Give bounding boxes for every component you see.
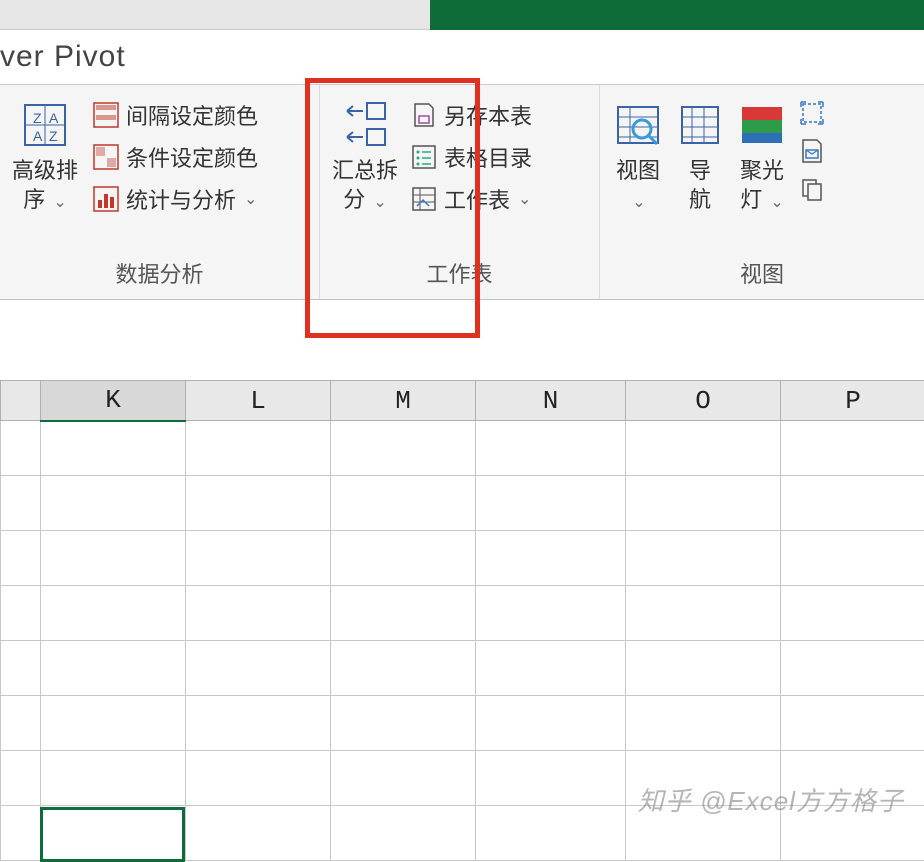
col-header-N[interactable]: N	[476, 381, 626, 421]
ribbon-tabs: ver Pivot	[0, 30, 924, 85]
save-icon	[410, 101, 438, 129]
svg-text:A: A	[49, 110, 59, 126]
formula-bar-area	[0, 300, 924, 380]
mail-icon	[798, 137, 826, 165]
chevron-down-icon: ⌄	[518, 189, 531, 209]
group-data-analysis: Z A A Z 高级排 序 ⌄ 间隔设定颜色	[0, 85, 320, 299]
save-as-sheet-label: 另存本表	[444, 99, 532, 131]
stats-icon	[92, 185, 120, 213]
condition-color-label: 条件设定颜色	[126, 141, 258, 173]
tab-power-pivot[interactable]: ver Pivot	[0, 40, 126, 74]
grid-body[interactable]	[1, 421, 924, 861]
stats-analysis-label: 统计与分析	[126, 183, 236, 215]
nav-icon	[676, 95, 724, 155]
view-button[interactable]: 视图⌄	[608, 95, 668, 214]
toc-button[interactable]: 表格目录	[410, 141, 532, 173]
extra-button-2[interactable]	[798, 137, 826, 165]
spotlight-label: 聚光 灯 ⌄	[740, 157, 784, 214]
spotlight-icon	[736, 95, 788, 155]
extra-button-1[interactable]	[798, 99, 826, 127]
col-header-P[interactable]: P	[781, 381, 924, 421]
col-header-O[interactable]: O	[626, 381, 781, 421]
group-view-label: 视图	[600, 257, 924, 299]
group-worksheet: 汇总拆 分 ⌄ 另存本表 表格目录	[320, 85, 600, 299]
group-worksheet-label: 工作表	[320, 257, 599, 299]
svg-text:Z: Z	[49, 128, 58, 144]
advanced-sort-button[interactable]: Z A A Z 高级排 序 ⌄	[8, 95, 82, 214]
worksheet-label: 工作表	[444, 183, 510, 215]
col-header-M[interactable]: M	[331, 381, 476, 421]
svg-text:Z: Z	[33, 110, 42, 126]
copy-icon	[798, 175, 826, 203]
interval-color-icon	[92, 101, 120, 129]
chevron-down-icon: ⌄	[244, 189, 257, 209]
spotlight-button[interactable]: 聚光 灯 ⌄	[732, 95, 792, 214]
ribbon: Z A A Z 高级排 序 ⌄ 间隔设定颜色	[0, 85, 924, 300]
col-header-L[interactable]: L	[186, 381, 331, 421]
titlebar-left	[0, 0, 430, 30]
view-icon	[612, 95, 664, 155]
group-view: 视图⌄ 导 航	[600, 85, 924, 299]
chevron-down-icon: ⌄	[770, 194, 783, 211]
toc-label: 表格目录	[444, 141, 532, 173]
summary-split-label: 汇总拆 分 ⌄	[332, 157, 398, 214]
interval-color-button[interactable]: 间隔设定颜色	[92, 99, 258, 131]
condition-color-button[interactable]: 条件设定颜色	[92, 141, 258, 173]
column-headers-row: K L M N O P	[1, 381, 924, 421]
worksheet-button[interactable]: 工作表 ⌄	[410, 183, 532, 215]
view-label: 视图⌄	[616, 157, 660, 214]
advanced-sort-label: 高级排 序 ⌄	[12, 157, 78, 214]
nav-button[interactable]: 导 航	[672, 95, 728, 214]
select-all-corner[interactable]	[1, 381, 41, 421]
save-as-sheet-button[interactable]: 另存本表	[410, 99, 532, 131]
titlebar	[0, 0, 924, 30]
chevron-down-icon: ⌄	[373, 194, 386, 211]
condition-color-icon	[92, 143, 120, 171]
split-icon	[339, 95, 391, 155]
chevron-down-icon: ⌄	[632, 194, 645, 211]
sort-icon: Z A A Z	[19, 95, 71, 155]
summary-split-button[interactable]: 汇总拆 分 ⌄	[328, 95, 402, 214]
toc-icon	[410, 143, 438, 171]
interval-color-label: 间隔设定颜色	[126, 99, 258, 131]
spreadsheet-grid[interactable]: K L M N O P	[0, 380, 924, 861]
stats-analysis-button[interactable]: 统计与分析 ⌄	[92, 183, 258, 215]
svg-text:A: A	[33, 128, 43, 144]
worksheet-icon	[410, 185, 438, 213]
extra-button-3[interactable]	[798, 175, 826, 203]
nav-label: 导 航	[689, 157, 711, 214]
col-header-K[interactable]: K	[41, 381, 186, 421]
group-data-analysis-label: 数据分析	[0, 257, 319, 299]
chevron-down-icon: ⌄	[53, 194, 66, 211]
titlebar-right	[430, 0, 924, 30]
expand-icon	[798, 99, 826, 127]
